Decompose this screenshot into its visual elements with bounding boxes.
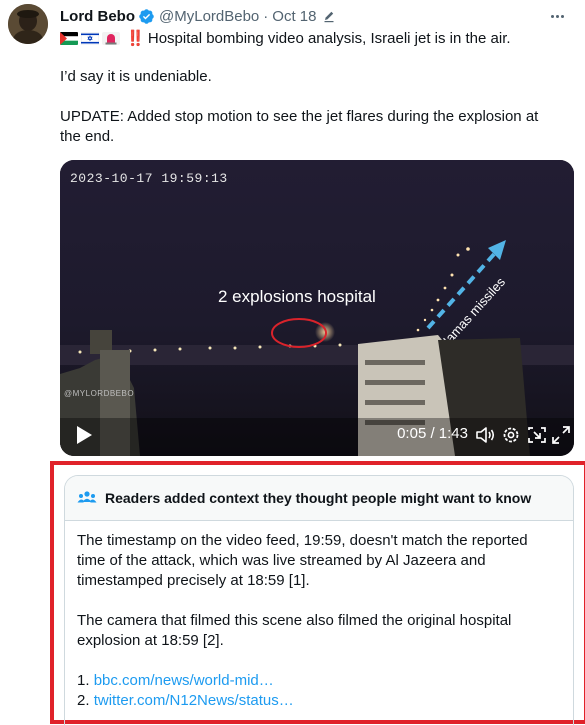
reference-1: 1. bbc.com/news/world-mid…: [77, 671, 561, 691]
more-options-icon[interactable]: [547, 8, 567, 24]
video-timestamp: 2023-10-17 19:59:13: [70, 171, 228, 186]
video-time: 0:05 / 1:43: [397, 425, 468, 442]
verified-badge-icon: [138, 8, 155, 25]
tweet-text-1: Hospital bombing video analysis, Israeli…: [147, 30, 511, 47]
avatar[interactable]: [8, 4, 48, 44]
israel-flag-icon: [81, 32, 99, 45]
palestine-flag-icon: [60, 32, 78, 45]
video-watermark: @MYLORDBEBO: [64, 389, 135, 398]
community-note-body: The timestamp on the video feed, 19:59, …: [65, 521, 573, 711]
settings-gear-icon[interactable]: [500, 424, 522, 446]
people-icon: [77, 489, 97, 507]
separator-dot: ·: [263, 7, 269, 25]
tweet-text-line-1: ‼️ Hospital bombing video analysis, Isra…: [60, 29, 511, 49]
video-frame: Hamas missiles: [60, 160, 574, 456]
edit-pencil-icon[interactable]: [322, 9, 336, 23]
explosion-label: 2 explosions hospital: [218, 287, 376, 306]
siren-icon: [102, 32, 120, 45]
author-handle[interactable]: @MyLordBebo: [159, 8, 259, 25]
note-p1-line-1: The timestamp on the video feed, 19:59, …: [77, 532, 528, 549]
flag-emojis: [60, 32, 120, 45]
volume-icon[interactable]: [474, 424, 496, 446]
note-paragraph-2: The camera that filmed this scene also f…: [77, 611, 561, 651]
community-note[interactable]: Readers added context they thought peopl…: [64, 475, 574, 725]
reference-2-number: 2.: [77, 692, 90, 709]
tweet-date[interactable]: Oct 18: [272, 8, 316, 25]
double-exclamation: ‼️: [126, 30, 145, 47]
reference-2: 2. twitter.com/N12News/status…: [77, 691, 561, 711]
reference-2-link[interactable]: twitter.com/N12News/status…: [94, 692, 294, 709]
reference-1-number: 1.: [77, 672, 90, 689]
note-paragraph-1: The timestamp on the video feed, 19:59, …: [77, 531, 561, 591]
community-note-header: Readers added context they thought peopl…: [65, 476, 573, 521]
tweet-text-line-3: UPDATE: Added stop motion to see the jet…: [60, 108, 539, 125]
note-references: 1. bbc.com/news/world-mid… 2. twitter.co…: [77, 671, 561, 711]
community-note-title: Readers added context they thought peopl…: [105, 490, 532, 506]
picture-in-picture-icon[interactable]: [526, 424, 548, 446]
note-p2-line-2: explosion at 18:59 [2].: [77, 632, 224, 649]
video-controls: 0:05 / 1:43: [60, 418, 574, 456]
fullscreen-icon[interactable]: [550, 424, 572, 446]
tweet-text-line-2: I’d say it is undeniable.: [60, 68, 212, 85]
note-p1-line-2: time of the attack, which was live strea…: [77, 552, 486, 569]
note-p2-line-1: The camera that filmed this scene also f…: [77, 612, 512, 629]
tweet: Lord Bebo @MyLordBebo · Oct 18 ‼️ Hospit…: [0, 0, 585, 725]
video-player[interactable]: Hamas missiles 2023-10-17 19:59:13 2 exp…: [60, 160, 574, 456]
highlighted-community-note: Readers added context they thought peopl…: [50, 461, 585, 725]
tweet-text-line-4: the end.: [60, 128, 115, 145]
play-icon[interactable]: [74, 424, 94, 446]
reference-1-link[interactable]: bbc.com/news/world-mid…: [94, 672, 274, 689]
author-name[interactable]: Lord Bebo: [60, 8, 135, 25]
tweet-header: Lord Bebo @MyLordBebo · Oct 18: [60, 6, 336, 26]
note-p1-line-3: timestamped precisely at 18:59 [1].: [77, 572, 310, 589]
